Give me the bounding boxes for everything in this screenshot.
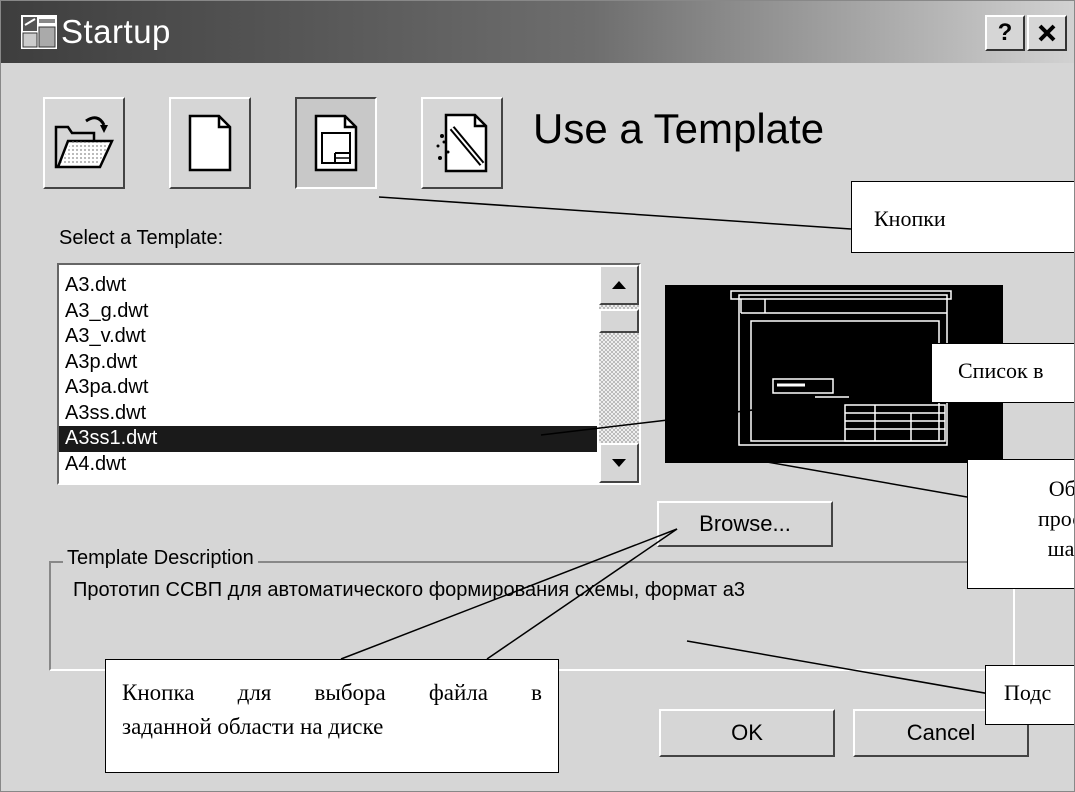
callout-preview-area: Обла просм шабл [967, 459, 1075, 589]
callout-browse-line1: Кнопка для выбора файла в [122, 680, 542, 705]
callout-browse-button: Кнопка для выбора файла в заданной облас… [105, 659, 559, 773]
startup-dialog: Startup ? Use a Template Select a Templa… [0, 0, 1075, 792]
callout-browse-line2: заданной области на диске [122, 714, 384, 739]
callout-description: Подс [985, 665, 1074, 725]
callout-template-list: Список в [931, 343, 1074, 403]
callout-preview-line1: Обла [1048, 476, 1075, 501]
callout-preview-line3: шабл [1047, 536, 1075, 561]
callout-preview-line2: просм [1037, 506, 1074, 531]
callout-buttons: Кнопки [851, 181, 1074, 253]
